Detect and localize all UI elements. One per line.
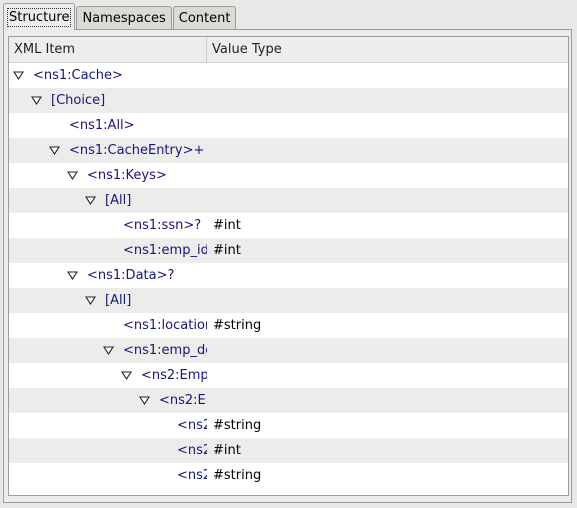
expander-triangle-icon[interactable] bbox=[31, 96, 42, 105]
xml-item-label: [All] bbox=[105, 193, 132, 208]
tree-row[interactable]: <ns1:All> bbox=[9, 113, 568, 138]
xml-item-cell: <ns1:CacheEntry>+ bbox=[9, 138, 207, 163]
xml-item-label: <ns1:Data>? bbox=[87, 268, 175, 283]
expander-triangle-icon[interactable] bbox=[121, 371, 132, 380]
tree-header: XML Item Value Type bbox=[9, 37, 568, 63]
tree-row[interactable]: <ns2 #string bbox=[9, 413, 568, 438]
xml-item-cell: <ns2:Emp bbox=[9, 363, 207, 388]
xml-item-label: [All] bbox=[105, 293, 132, 308]
xml-item-cell: <ns2 bbox=[9, 413, 207, 438]
tab-content-label: Content bbox=[178, 11, 231, 26]
tree-body: <ns1:Cache> [Choice] <ns1:All> <ns1:CacheEn… bbox=[9, 63, 568, 488]
tree-row[interactable]: <ns1:CacheEntry>+ bbox=[9, 138, 568, 163]
xml-item-cell: <ns1:All> bbox=[9, 113, 207, 138]
value-type-cell: #string bbox=[213, 468, 262, 483]
xml-item-cell: [Choice] bbox=[9, 88, 207, 113]
tab-namespaces-label: Namespaces bbox=[82, 11, 166, 26]
xml-item-label: <ns2 bbox=[177, 468, 207, 483]
xml-item-label: <ns1:emp_id bbox=[123, 243, 207, 258]
xml-item-cell: <ns2 bbox=[9, 463, 207, 488]
column-header-xml-item[interactable]: XML Item bbox=[9, 37, 207, 62]
expander-triangle-icon[interactable] bbox=[85, 196, 96, 205]
xml-item-label: <ns1:emp_de bbox=[123, 343, 207, 358]
xml-item-cell: <ns1:emp_id bbox=[9, 238, 207, 263]
xml-item-label: <ns2 bbox=[177, 443, 207, 458]
xml-item-label: <ns1:Cache> bbox=[33, 68, 123, 83]
value-type-cell: #int bbox=[213, 443, 241, 458]
xml-item-cell: <ns1:ssn>? bbox=[9, 213, 207, 238]
tree-row[interactable]: [Choice] bbox=[9, 88, 568, 113]
value-type-cell bbox=[207, 288, 568, 313]
value-type-cell: #string bbox=[213, 418, 262, 433]
value-type-cell: #string bbox=[213, 318, 262, 333]
tab-content[interactable]: Content bbox=[172, 6, 237, 30]
tree-row[interactable]: <ns1:Keys> bbox=[9, 163, 568, 188]
xml-item-cell: <ns2:Er bbox=[9, 388, 207, 413]
tab-structure-label: Structure bbox=[6, 7, 72, 27]
tab-namespaces[interactable]: Namespaces bbox=[76, 6, 172, 30]
xml-item-label: <ns1:CacheEntry>+ bbox=[69, 143, 205, 158]
tree-row[interactable]: <ns1:locatior #string bbox=[9, 313, 568, 338]
expander-triangle-icon[interactable] bbox=[67, 271, 78, 280]
xml-item-cell: <ns1:Keys> bbox=[9, 163, 207, 188]
xml-item-label: <ns1:ssn>? bbox=[123, 218, 202, 233]
xml-item-label: [Choice] bbox=[51, 93, 106, 108]
xml-item-cell: <ns1:Cache> bbox=[9, 63, 207, 88]
tab-structure[interactable]: Structure bbox=[3, 3, 76, 30]
value-type-cell bbox=[207, 63, 568, 88]
tree-row[interactable]: <ns2:Er bbox=[9, 388, 568, 413]
structure-panel: XML Item Value Type <ns1:Cache> [Choice] <… bbox=[3, 29, 572, 503]
expander-triangle-icon[interactable] bbox=[13, 71, 24, 80]
value-type-cell bbox=[207, 363, 568, 388]
value-type-cell bbox=[207, 113, 568, 138]
xml-item-cell: <ns1:emp_de bbox=[9, 338, 207, 363]
tree-row[interactable]: <ns1:emp_de bbox=[9, 338, 568, 363]
value-type-cell: #int bbox=[213, 243, 241, 258]
xml-item-label: <ns1:Keys> bbox=[87, 168, 167, 183]
xml-item-cell: <ns1:Data>? bbox=[9, 263, 207, 288]
xml-item-label: <ns2:Emp bbox=[141, 368, 207, 383]
value-type-cell bbox=[207, 263, 568, 288]
xml-item-label: <ns1:locatior bbox=[123, 318, 207, 333]
tree-row[interactable]: <ns1:Data>? bbox=[9, 263, 568, 288]
value-type-cell bbox=[207, 388, 568, 413]
value-type-cell bbox=[207, 88, 568, 113]
expander-triangle-icon[interactable] bbox=[103, 346, 114, 355]
value-type-cell bbox=[207, 338, 568, 363]
xml-item-cell: [All] bbox=[9, 188, 207, 213]
xml-item-label: <ns2 bbox=[177, 418, 207, 433]
xml-item-cell: <ns1:locatior bbox=[9, 313, 207, 338]
tree-row[interactable]: <ns2:Emp bbox=[9, 363, 568, 388]
xml-item-label: <ns1:All> bbox=[69, 118, 135, 133]
expander-triangle-icon[interactable] bbox=[49, 146, 60, 155]
tree-row[interactable]: <ns1:ssn>? #int bbox=[9, 213, 568, 238]
xml-tree-view[interactable]: XML Item Value Type <ns1:Cache> [Choice] <… bbox=[8, 36, 569, 496]
column-header-value-type[interactable]: Value Type bbox=[207, 37, 568, 62]
xml-item-cell: <ns2 bbox=[9, 438, 207, 463]
value-type-cell bbox=[207, 138, 568, 163]
value-type-cell bbox=[207, 188, 568, 213]
expander-triangle-icon[interactable] bbox=[67, 171, 78, 180]
tree-row[interactable]: [All] bbox=[9, 288, 568, 313]
tree-row[interactable]: <ns2 #string bbox=[9, 463, 568, 488]
expander-triangle-icon[interactable] bbox=[139, 396, 150, 405]
value-type-cell: #int bbox=[213, 218, 241, 233]
tree-row[interactable]: <ns2 #int bbox=[9, 438, 568, 463]
tree-row[interactable]: [All] bbox=[9, 188, 568, 213]
xml-item-label: <ns2:Er bbox=[159, 393, 207, 408]
xml-item-cell: [All] bbox=[9, 288, 207, 313]
tree-row[interactable]: <ns1:Cache> bbox=[9, 63, 568, 88]
tab-bar: Structure Namespaces Content bbox=[3, 3, 237, 30]
value-type-cell bbox=[207, 163, 568, 188]
tree-row[interactable]: <ns1:emp_id #int bbox=[9, 238, 568, 263]
expander-triangle-icon[interactable] bbox=[85, 296, 96, 305]
